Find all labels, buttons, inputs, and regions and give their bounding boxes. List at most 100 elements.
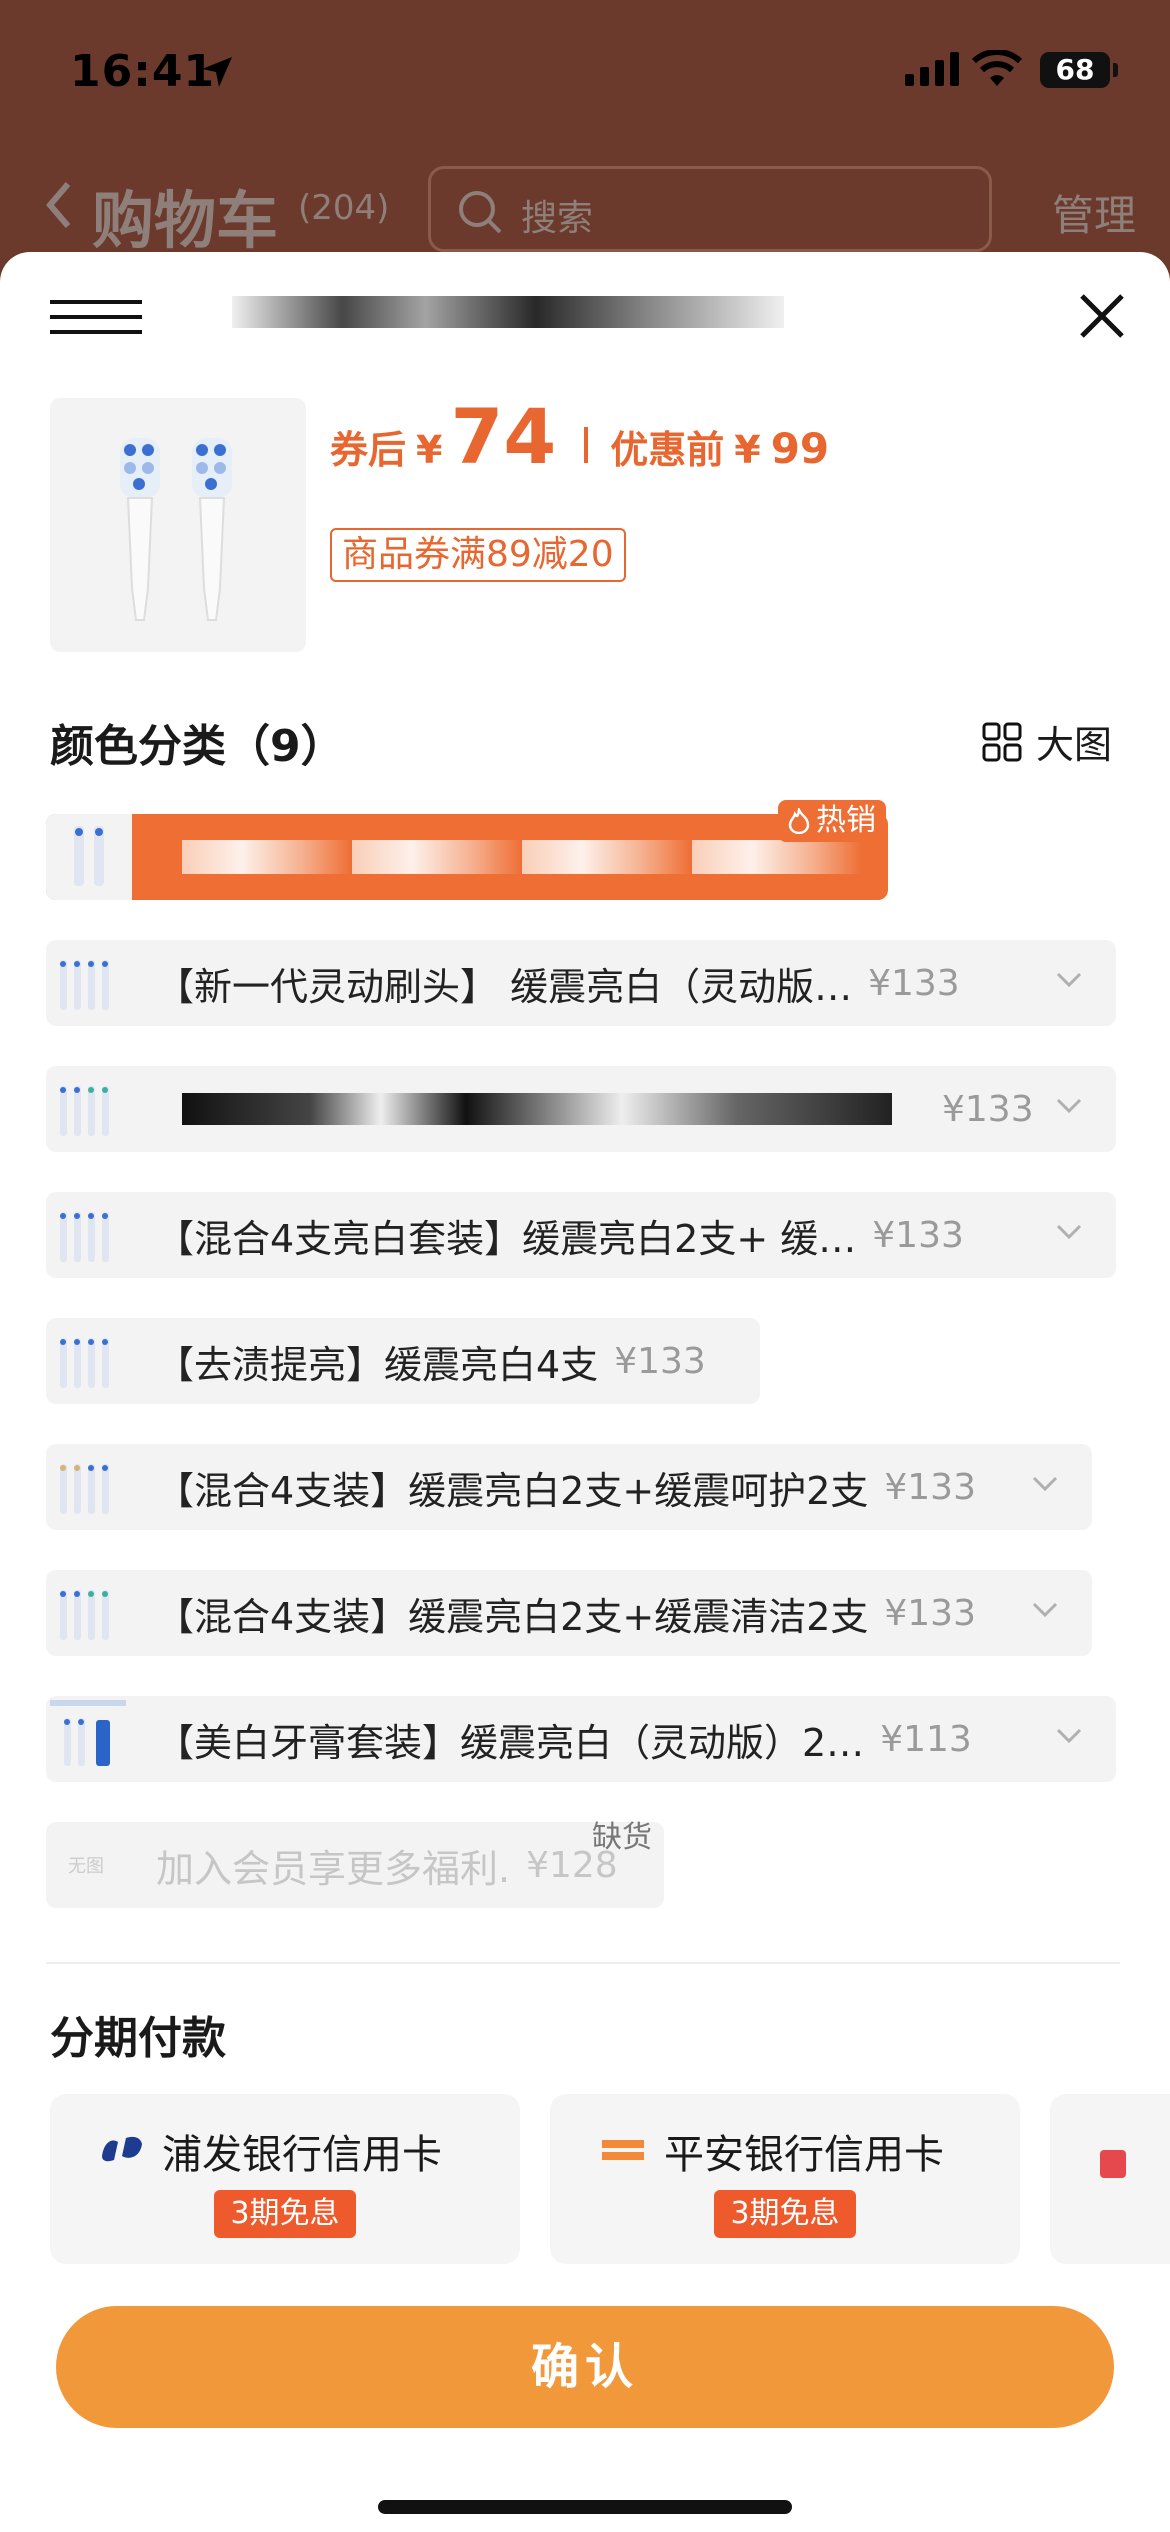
variant-thumbnail <box>46 1066 132 1152</box>
grid-icon <box>982 722 1022 761</box>
big-image-toggle[interactable]: 大图 <box>982 714 1112 769</box>
variant-thumbnail <box>46 1570 132 1656</box>
variant-price: ¥133 <box>884 1592 976 1634</box>
variant-option-out-of-stock[interactable]: 无图 加入会员享更多福利. ¥128 <box>46 1822 664 1908</box>
variant-label: 【混合4支装】缓震亮白2支+缓震呵护2支 <box>156 1468 869 1513</box>
cart-count: (204) <box>298 188 390 228</box>
out-of-stock-badge: 缺货 <box>592 1820 652 1855</box>
chevron-down-icon[interactable] <box>1056 972 1082 988</box>
toothbrush-icon <box>60 1086 109 1136</box>
chevron-down-icon[interactable] <box>1056 1728 1082 1744</box>
spdb-bank-logo-icon <box>102 2136 142 2162</box>
toothbrush-icon <box>60 1338 109 1388</box>
toothbrush-icon <box>60 1212 109 1262</box>
interest-free-tag: 3期免息 <box>714 2190 856 2238</box>
redacted-variant-label <box>182 1093 892 1125</box>
variant-thumbnail <box>46 1696 132 1782</box>
price-after-coupon: 74 <box>450 392 557 481</box>
search-input[interactable]: 搜索 <box>428 166 992 252</box>
variant-price: ¥133 <box>872 1214 964 1256</box>
variant-option[interactable]: 【去渍提亮】缓震亮白4支 ¥133 <box>46 1318 760 1404</box>
variant-label: 【新一代灵动刷头】 缓震亮白（灵动版… <box>156 964 853 1009</box>
bank-name: 浦发银行信用卡 <box>162 2132 442 2178</box>
price-separator <box>584 427 589 463</box>
toothbrush-toothpaste-icon <box>50 1700 126 1766</box>
variant-label: 【混合4支装】缓震亮白2支+缓震清洁2支 <box>156 1594 869 1639</box>
flame-icon <box>788 808 810 834</box>
battery-cap <box>1113 63 1118 77</box>
installment-card[interactable]: 浦发银行信用卡 3期免息 <box>50 2094 520 2264</box>
bank-logo-icon <box>1100 2150 1126 2178</box>
home-indicator <box>378 2500 792 2514</box>
installment-section-title: 分期付款 <box>50 2013 226 2064</box>
signal-icon <box>905 52 959 86</box>
confirm-button[interactable]: 确认 <box>56 2306 1114 2428</box>
close-icon[interactable] <box>1078 292 1126 340</box>
variant-thumbnail: 无图 <box>46 1822 132 1908</box>
redacted-variant-label <box>182 840 862 874</box>
battery-indicator: 68 <box>1040 52 1110 88</box>
before-discount-label: 优惠前 <box>610 428 725 472</box>
product-image[interactable] <box>50 398 306 652</box>
back-chevron-icon[interactable] <box>44 180 72 230</box>
page-title: 购物车 <box>92 184 279 257</box>
toothbrush-icon <box>60 1464 109 1514</box>
hot-sale-text: 热销 <box>816 803 876 838</box>
variant-option[interactable]: 【混合4支亮白套装】缓震亮白2支+ 缓… ¥133 <box>46 1192 1116 1278</box>
wifi-icon <box>972 50 1022 86</box>
installment-card-partial[interactable] <box>1050 2094 1170 2264</box>
color-section-title: 颜色分类（9） <box>50 721 345 772</box>
variant-option[interactable]: 【美白牙膏套装】缓震亮白（灵动版）2… ¥113 <box>46 1696 1116 1782</box>
pingan-bank-logo-icon <box>602 2140 644 2160</box>
variant-thumbnail <box>46 1318 132 1404</box>
chevron-down-icon[interactable] <box>1032 1602 1058 1618</box>
after-coupon-label: 券后 <box>330 428 407 472</box>
variant-label: 【去渍提亮】缓震亮白4支 <box>156 1342 599 1387</box>
chevron-down-icon[interactable] <box>1056 1098 1082 1114</box>
currency-symbol: ¥ <box>734 428 761 472</box>
search-icon <box>459 191 502 234</box>
price-row: 券后 ¥ 74 优惠前 ¥ 99 <box>330 392 829 482</box>
status-bar: 16:41 68 <box>0 0 1170 150</box>
variant-price: ¥113 <box>880 1718 972 1760</box>
no-image-text: 无图 <box>68 1856 104 1877</box>
redacted-header-text <box>232 296 784 328</box>
variant-thumbnail <box>46 940 132 1026</box>
installment-card[interactable]: 平安银行信用卡 3期免息 <box>550 2094 1020 2264</box>
big-image-label: 大图 <box>1036 723 1113 767</box>
interest-free-tag: 3期免息 <box>214 2190 356 2238</box>
variant-option[interactable]: 【混合4支装】缓震亮白2支+缓震清洁2支 ¥133 <box>46 1570 1092 1656</box>
variant-label: 加入会员享更多福利. <box>156 1846 511 1891</box>
manage-button[interactable]: 管理 <box>1052 182 1136 243</box>
currency-symbol: ¥ <box>416 428 443 472</box>
section-divider <box>46 1962 1120 1964</box>
toothbrush-icon <box>74 826 104 886</box>
toothbrush-heads-image <box>120 438 232 621</box>
menu-icon[interactable] <box>50 300 142 334</box>
variant-thumbnail <box>46 1192 132 1278</box>
sku-selection-sheet: 券后 ¥ 74 优惠前 ¥ 99 商品券满89减20 颜色分类（9） 大图 热销… <box>0 252 1170 2532</box>
variant-thumbnail <box>46 814 132 900</box>
variant-price: ¥133 <box>868 962 960 1004</box>
variant-option[interactable]: 【混合4支装】缓震亮白2支+缓震呵护2支 ¥133 <box>46 1444 1092 1530</box>
variant-option[interactable]: 【新一代灵动刷头】 缓震亮白（灵动版… ¥133 <box>46 940 1116 1026</box>
search-placeholder: 搜索 <box>521 198 594 239</box>
chevron-down-icon[interactable] <box>1032 1476 1058 1492</box>
variant-thumbnail <box>46 1444 132 1530</box>
variant-price: ¥133 <box>884 1466 976 1508</box>
chevron-down-icon[interactable] <box>1056 1224 1082 1240</box>
variant-option[interactable]: ¥133 <box>46 1066 1116 1152</box>
variant-price: ¥133 <box>614 1340 706 1382</box>
hot-sale-badge: 热销 <box>778 800 886 842</box>
variant-label: 【混合4支亮白套装】缓震亮白2支+ 缓… <box>156 1216 857 1261</box>
toothbrush-icon <box>60 1590 109 1640</box>
variant-label: 【美白牙膏套装】缓震亮白（灵动版）2… <box>156 1720 865 1765</box>
coupon-badge: 商品券满89减20 <box>330 528 626 582</box>
toothbrush-icon <box>60 960 109 1010</box>
variant-option[interactable] <box>46 814 888 900</box>
status-time: 16:41 <box>70 46 216 97</box>
bank-name: 平安银行信用卡 <box>664 2132 944 2178</box>
price-before-discount: 99 <box>770 424 830 473</box>
location-arrow-icon <box>202 57 232 87</box>
variant-price: ¥133 <box>942 1088 1034 1130</box>
